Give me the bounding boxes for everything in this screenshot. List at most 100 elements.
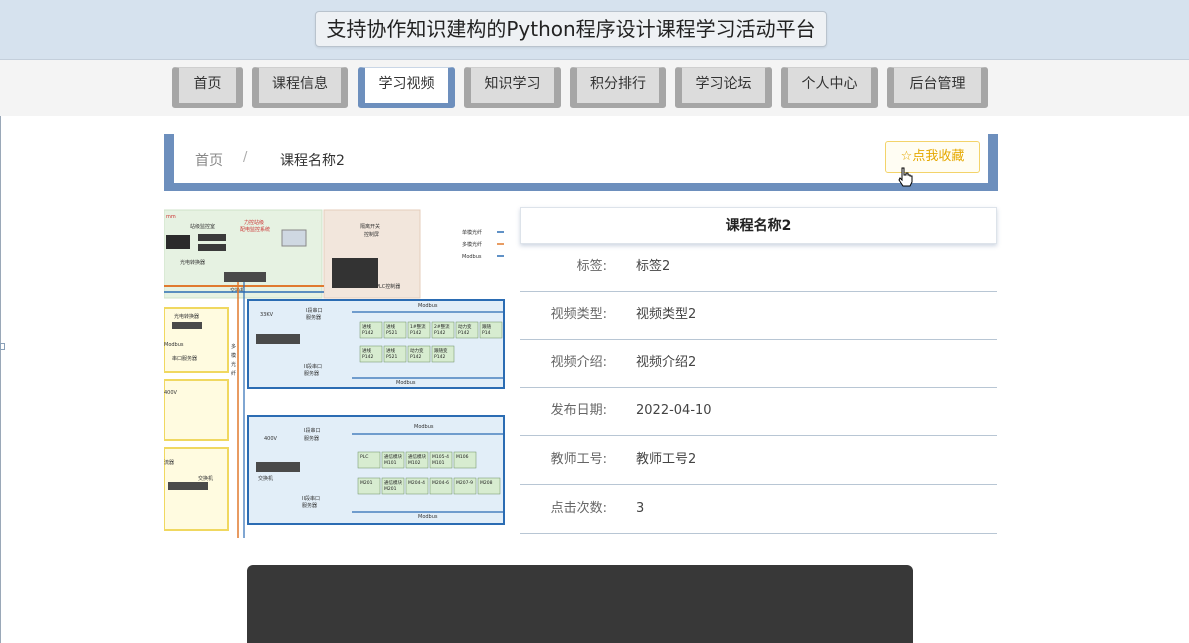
row2-cell-code: P142 bbox=[362, 354, 373, 360]
detail-value: 视频介绍2 bbox=[636, 355, 697, 370]
diagram-label-serial-3: I段串口 bbox=[304, 427, 320, 434]
diagram-label-fiber-3: 光 bbox=[231, 361, 236, 368]
row1-cell-label: 进线 bbox=[386, 323, 395, 330]
row1-cell-label: 进线 bbox=[362, 323, 371, 330]
row3-cell-label: 通信模块 bbox=[408, 453, 426, 460]
diagram-label-station-room: 站级监控室 bbox=[190, 223, 215, 230]
nav-item-knowledge[interactable]: 知识学习 bbox=[464, 67, 561, 108]
breadcrumb-current: 课程名称2 bbox=[280, 153, 345, 169]
row4-cell-label: M207-9 bbox=[456, 480, 473, 486]
nav-item-admin[interactable]: 后台管理 bbox=[887, 67, 988, 108]
row3-cell-label: 通信模块 bbox=[384, 453, 402, 460]
row1-cell-label: 1#整流 bbox=[410, 323, 426, 330]
diagram-label-control-panel: 控制屏 bbox=[364, 231, 379, 238]
course-cover-image: mm 站级监控室 力控站级 配电监控系统 隔离开关 控制屏 PLC控制器 光电转… bbox=[164, 208, 505, 540]
diagram-label-serial-2: II段串口 bbox=[304, 363, 322, 370]
diagram-label-modbus-4: Modbus bbox=[418, 514, 438, 520]
detail-value: 视频类型2 bbox=[636, 307, 697, 322]
row1-cell-label: 2#整流 bbox=[434, 323, 450, 330]
diagram-label-switch-3: 交换机 bbox=[198, 475, 213, 482]
row1-cell-code: P14 bbox=[482, 330, 491, 336]
row1-cell-code: P142 bbox=[434, 330, 445, 336]
legend-modbus: Modbus bbox=[462, 254, 482, 260]
diagram-label-server-3: 服务器 bbox=[304, 435, 319, 442]
detail-label: 标签: bbox=[576, 259, 607, 274]
diagram-label-modbus-left: Modbus bbox=[164, 342, 184, 348]
diagram-label-server-1: 服务器 bbox=[306, 314, 321, 321]
row1-cell-label: 动力变 bbox=[458, 323, 472, 330]
row3-cell-code: M102 bbox=[408, 460, 421, 466]
diagram-label-plc: PLC控制器 bbox=[376, 283, 400, 290]
row4-cell-label: M204-4 bbox=[408, 480, 425, 486]
diagram-label-modbus-1: Modbus bbox=[418, 303, 438, 309]
nav-item-home[interactable]: 首页 bbox=[172, 67, 243, 108]
row3-cell-label: M106 bbox=[456, 454, 469, 460]
row1-cell-code: P142 bbox=[410, 330, 421, 336]
diagram-label-rectifier: 流器 bbox=[164, 459, 174, 466]
detail-row-publish-date: 发布日期: 2022-04-10 bbox=[520, 388, 997, 436]
detail-label: 教师工号: bbox=[550, 452, 607, 467]
nav-item-study-video[interactable]: 学习视频 bbox=[358, 67, 455, 108]
course-title: 课程名称2 bbox=[520, 207, 997, 244]
diagram-label-modbus-3: Modbus bbox=[414, 424, 434, 430]
row3-cell-code: M101 bbox=[384, 460, 397, 466]
detail-row-video-intro: 视频介绍: 视频介绍2 bbox=[520, 340, 997, 388]
row2-cell-code: P142 bbox=[434, 354, 445, 360]
detail-value: 3 bbox=[636, 501, 645, 516]
diagram-label-serial-4: II段串口 bbox=[302, 495, 320, 502]
nav-item-forum[interactable]: 学习论坛 bbox=[675, 67, 772, 108]
diagram-label-modbus-2: Modbus bbox=[396, 380, 416, 386]
row2-cell-label: 跟随变 bbox=[434, 347, 448, 354]
diagram-label-monitoring: 配电监控系统 bbox=[240, 226, 270, 233]
row3-cell-label: M105-4 bbox=[432, 454, 449, 460]
diagram-label-switch-2: 交换机 bbox=[258, 475, 273, 482]
row4-cell-code: M201 bbox=[384, 486, 397, 492]
nav-item-profile[interactable]: 个人中心 bbox=[781, 67, 878, 108]
diagram-label-server-4: 服务器 bbox=[302, 502, 317, 509]
row2-cell-label: 动力变 bbox=[410, 347, 424, 354]
row2-cell-code: P142 bbox=[410, 354, 421, 360]
diagram-label-fiber-2: 模 bbox=[231, 352, 236, 359]
detail-value: 标签2 bbox=[636, 259, 671, 274]
breadcrumb-separator: / bbox=[243, 150, 248, 165]
diagram-label-fiber-4: 纤 bbox=[231, 370, 236, 377]
row4-cell-label: M208 bbox=[480, 480, 493, 486]
row1-cell-label: 跟随 bbox=[482, 323, 491, 330]
detail-label: 发布日期: bbox=[550, 403, 607, 418]
detail-row-tag: 标签: 标签2 bbox=[520, 244, 997, 292]
diagram-label-fiber-1: 多 bbox=[231, 343, 236, 350]
diagram-label-33kv: 33KV bbox=[260, 312, 274, 318]
nav-item-ranking[interactable]: 积分排行 bbox=[570, 67, 666, 108]
detail-label: 视频类型: bbox=[550, 307, 607, 322]
legend-single-mode: 单模光纤 bbox=[462, 229, 482, 236]
video-player[interactable] bbox=[247, 565, 913, 643]
detail-row-click-count: 点击次数: 3 bbox=[520, 486, 997, 534]
breadcrumb-home-link[interactable]: 首页 bbox=[195, 150, 223, 170]
network-diagram: mm 站级监控室 力控站级 配电监控系统 隔离开关 控制屏 PLC控制器 光电转… bbox=[164, 209, 505, 538]
diagram-label-server-2: 服务器 bbox=[304, 370, 319, 377]
row4-cell-label: M204-6 bbox=[432, 480, 449, 486]
detail-row-video-type: 视频类型: 视频类型2 bbox=[520, 292, 997, 340]
diagram-label-serial-server: 串口服务器 bbox=[172, 355, 197, 362]
diagram-label-converter-2: 光电转换器 bbox=[174, 313, 199, 320]
diagram-label-400v: 400V bbox=[264, 436, 278, 442]
diagram-label-mm: mm bbox=[166, 214, 176, 220]
header: 支持协作知识建构的Python程序设计课程学习活动平台 bbox=[0, 0, 1189, 60]
detail-value: 教师工号2 bbox=[636, 452, 697, 467]
row4-cell-label: 通信模块 bbox=[384, 479, 402, 486]
diagram-label-serial-1: I段串口 bbox=[306, 307, 322, 314]
page-edge-handle[interactable] bbox=[0, 343, 5, 350]
diagram-cells-row-3: PLC 通信模块M101通信模块M102M105-4M101M106 bbox=[357, 451, 477, 469]
row2-cell-label: 进线 bbox=[362, 347, 371, 354]
breadcrumb: 首页 / 课程名称2 ☆点我收藏 bbox=[164, 134, 998, 191]
detail-label: 视频介绍: bbox=[550, 355, 607, 370]
diagram-label-converter: 光电转换器 bbox=[180, 259, 205, 266]
detail-label: 点击次数: bbox=[550, 501, 607, 516]
main-nav: 首页 课程信息 学习视频 知识学习 积分排行 学习论坛 个人中心 后台管理 bbox=[0, 60, 1189, 116]
site-title: 支持协作知识建构的Python程序设计课程学习活动平台 bbox=[315, 11, 827, 47]
detail-value: 2022-04-10 bbox=[636, 403, 712, 418]
nav-item-course-info[interactable]: 课程信息 bbox=[252, 67, 348, 108]
detail-row-teacher-id: 教师工号: 教师工号2 bbox=[520, 437, 997, 485]
row2-cell-label: 进线 bbox=[386, 347, 395, 354]
diagram-label-force-control: 力控站级 bbox=[244, 219, 264, 226]
